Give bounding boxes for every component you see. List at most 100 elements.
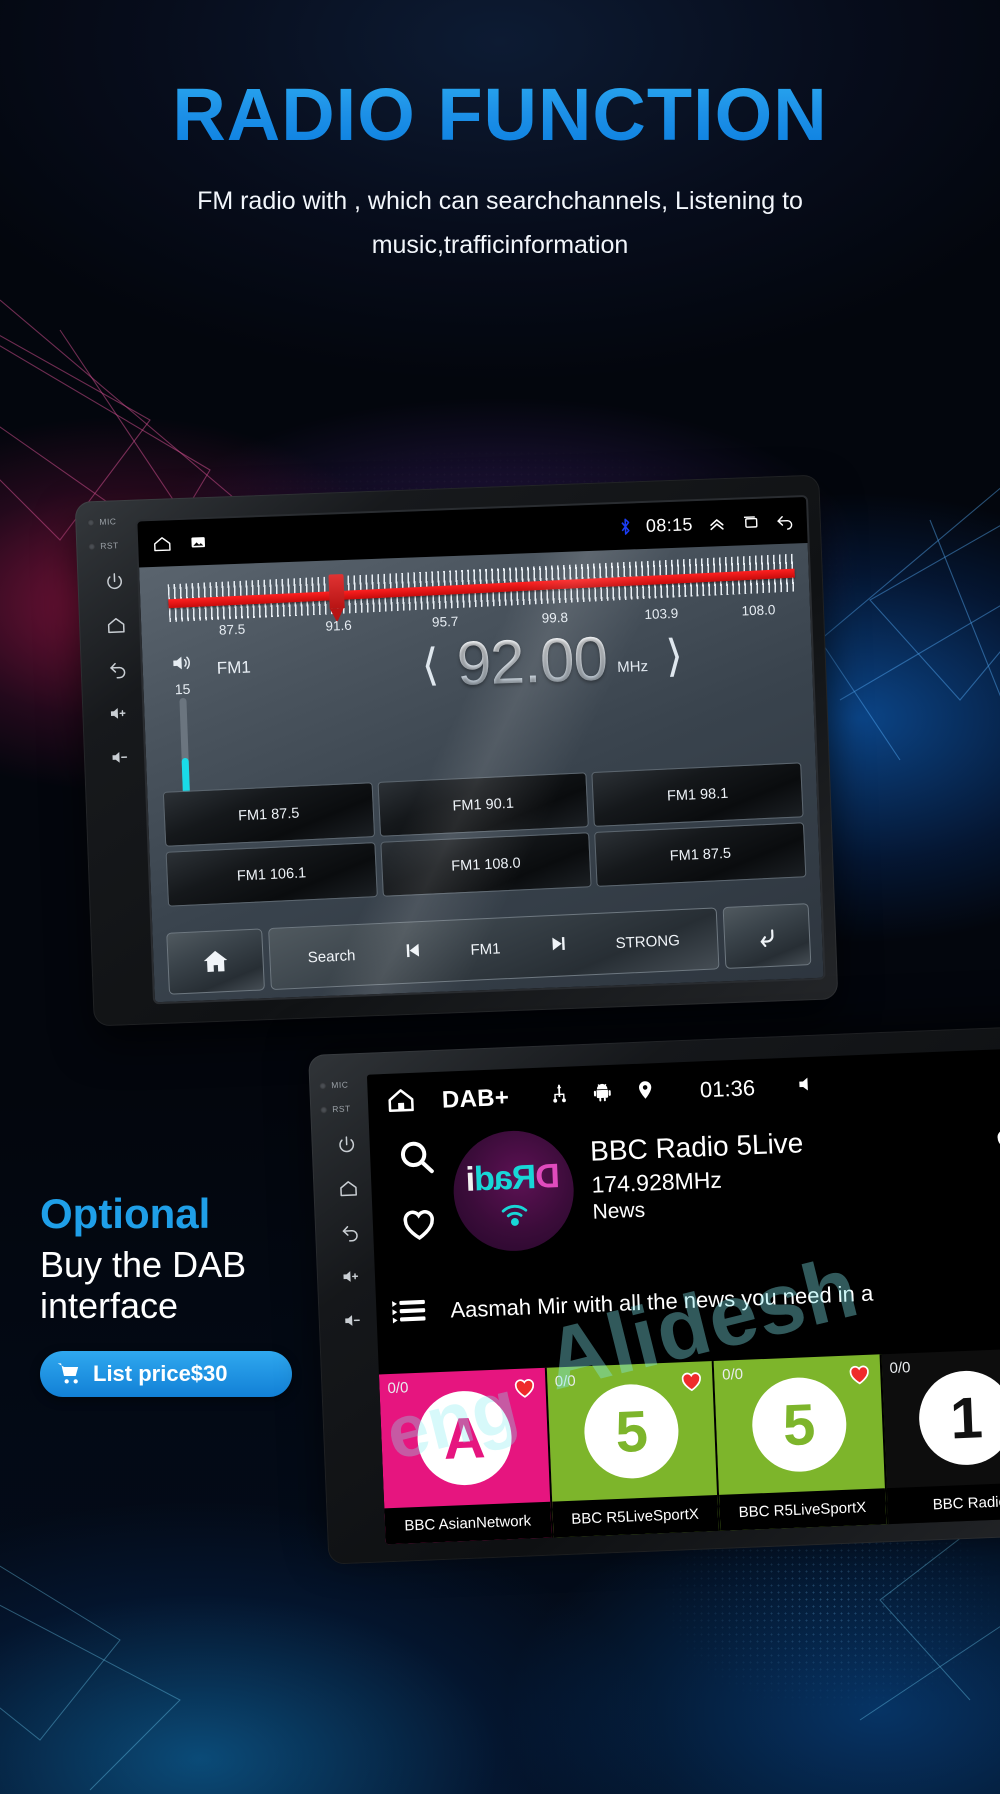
dab-radio-head-unit: MIC RST DAB+ 01:36 DRadi BBC Radio 5Live… <box>308 1025 1000 1565</box>
tuner-label-2: 95.7 <box>431 613 459 630</box>
preset-button[interactable]: FM1 87.5 <box>162 782 375 847</box>
power-button[interactable] <box>329 1127 364 1162</box>
radio-bottom-toolbar: Search FM1 STRONG <box>166 903 812 995</box>
back-button[interactable] <box>100 652 135 687</box>
heart-icon[interactable] <box>845 1361 872 1393</box>
mic-label: MIC <box>331 1079 349 1091</box>
tuner-label-1: 91.6 <box>325 617 353 634</box>
tile-station-name: BBC AsianNetwork <box>384 1501 552 1545</box>
tile-signal-badge: 0/0 <box>889 1359 911 1377</box>
back-button[interactable] <box>722 903 812 970</box>
back-button[interactable] <box>333 1215 368 1250</box>
chevron-left-icon[interactable]: ⟨ <box>421 641 440 691</box>
band-selector[interactable]: FM1 <box>470 940 501 958</box>
bluetooth-icon <box>619 517 633 535</box>
home-button[interactable] <box>331 1171 366 1206</box>
tile-signal-badge: 0/0 <box>387 1379 409 1398</box>
mute-icon[interactable] <box>796 1072 819 1100</box>
tuner-needle[interactable] <box>328 574 346 623</box>
cart-icon <box>57 1363 79 1384</box>
playlist-icon[interactable] <box>391 1294 427 1330</box>
image-icon[interactable] <box>188 532 209 553</box>
frequency-unit: MHz <box>616 657 649 677</box>
station-logo: DRadi <box>451 1128 577 1254</box>
search-button[interactable]: Search <box>307 947 355 966</box>
tile-glyph: 5 <box>582 1382 681 1481</box>
home-icon <box>203 950 228 972</box>
reset-dot-icon <box>88 542 96 550</box>
tile-signal-badge: 0/0 <box>721 1365 744 1384</box>
fm-unit-screen: 08:15 87.5 91.6 95.7 99.8 103.9 108.0 15… <box>137 497 824 1003</box>
fm-radio-app: 87.5 91.6 95.7 99.8 103.9 108.0 15 FM1 ⟨… <box>139 542 824 1003</box>
preset-button[interactable]: FM1 98.1 <box>591 762 804 827</box>
station-tile[interactable]: 0/0 1 BBC Radio <box>881 1347 1000 1525</box>
tile-station-name: BBC Radio <box>886 1481 1000 1525</box>
fm-radio-head-unit: MIC RST 08:15 87.5 91.6 95.7 99.8 103.9 … <box>74 474 839 1027</box>
next-track-icon[interactable] <box>546 932 569 959</box>
tile-station-name: BBC R5LiveSportX <box>551 1494 719 1538</box>
tuner-label-0: 87.5 <box>218 621 246 638</box>
dab-now-playing: DRadi BBC Radio 5Live 174.928MHz News <box>369 1106 1000 1293</box>
back-arrow-icon <box>760 929 774 947</box>
reset-label: RST <box>100 540 119 551</box>
preset-grid: FM1 87.5 FM1 90.1 FM1 98.1 FM1 106.1 FM1… <box>162 762 807 907</box>
volume-icon <box>173 656 190 670</box>
station-tile[interactable]: 0/0 A BBC AsianNetwork <box>378 1367 554 1545</box>
volume-up-button[interactable] <box>334 1259 369 1294</box>
dab-clock: 01:36 <box>699 1075 756 1103</box>
reset-label: RST <box>332 1103 351 1115</box>
preset-button[interactable]: FM1 108.0 <box>379 832 592 897</box>
dab-station-tiles: 0/0 A BBC AsianNetwork 0/0 5 BBC R5LiveS… <box>378 1347 1000 1545</box>
page-subtitle: FM radio with , which can searchchannels… <box>197 187 803 259</box>
broadcast-icon <box>497 1197 533 1237</box>
recents-icon[interactable] <box>740 512 761 533</box>
volume-down-button[interactable] <box>103 740 138 775</box>
current-frequency: 92.00 <box>455 624 609 699</box>
volume-down-button[interactable] <box>336 1303 371 1338</box>
preset-button[interactable]: FM1 90.1 <box>377 772 590 837</box>
chevron-right-icon[interactable]: ⟩ <box>665 632 684 682</box>
usb-icon <box>549 1083 571 1110</box>
mic-dot-icon <box>319 1081 327 1090</box>
volume-level: 15 <box>174 680 191 698</box>
home-icon[interactable] <box>385 1084 416 1120</box>
volume-indicator[interactable]: 15 <box>158 651 206 817</box>
price-button[interactable]: List price$30 <box>40 1350 292 1397</box>
heart-icon[interactable] <box>678 1367 705 1399</box>
preset-button[interactable]: FM1 87.5 <box>594 822 807 887</box>
home-button[interactable] <box>166 928 265 995</box>
strong-button[interactable]: STRONG <box>615 932 680 952</box>
chevron-up-icon[interactable] <box>706 513 727 534</box>
tuner-label-5: 108.0 <box>741 602 776 619</box>
back-icon[interactable] <box>774 510 795 531</box>
home-icon[interactable] <box>152 533 173 554</box>
radio-text-ticker: Aasmah Mir with all the news you need in… <box>449 1280 874 1323</box>
volume-up-button[interactable] <box>102 696 137 731</box>
price-label: List price$30 <box>93 1360 228 1386</box>
preset-button[interactable]: FM1 106.1 <box>165 842 378 907</box>
mic-label: MIC <box>99 516 117 527</box>
tuner-label-4: 103.9 <box>644 605 679 623</box>
home-button[interactable] <box>99 608 134 643</box>
heart-icon[interactable] <box>398 1203 440 1250</box>
band-label: FM1 <box>216 657 252 678</box>
dab-app-title: DAB+ <box>441 1084 510 1114</box>
favorite-toggle[interactable] <box>993 1124 1000 1160</box>
android-icon <box>592 1081 614 1108</box>
power-button[interactable] <box>97 564 132 599</box>
heart-icon[interactable] <box>511 1374 538 1406</box>
page-title: RADIO FUNCTION <box>0 78 1000 152</box>
previous-track-icon[interactable] <box>401 939 424 966</box>
station-tile[interactable]: 0/0 5 BBC R5LiveSportX <box>546 1361 721 1538</box>
station-tile[interactable]: 0/0 5 BBC R5LiveSportX <box>713 1354 888 1531</box>
tile-signal-badge: 0/0 <box>554 1372 577 1391</box>
tile-glyph: 5 <box>750 1375 848 1474</box>
tile-glyph: 1 <box>917 1369 1000 1467</box>
reset-dot-icon <box>320 1105 328 1114</box>
tile-glyph: A <box>415 1389 514 1487</box>
dab-side-rail <box>379 1129 457 1292</box>
search-icon[interactable] <box>395 1136 437 1183</box>
mic-dot-icon <box>87 518 95 526</box>
frequency-display-row: 15 FM1 ⟨ 92.00 MHz ⟩ <box>142 624 814 817</box>
radio-transport-controls: Search FM1 STRONG <box>268 907 720 991</box>
